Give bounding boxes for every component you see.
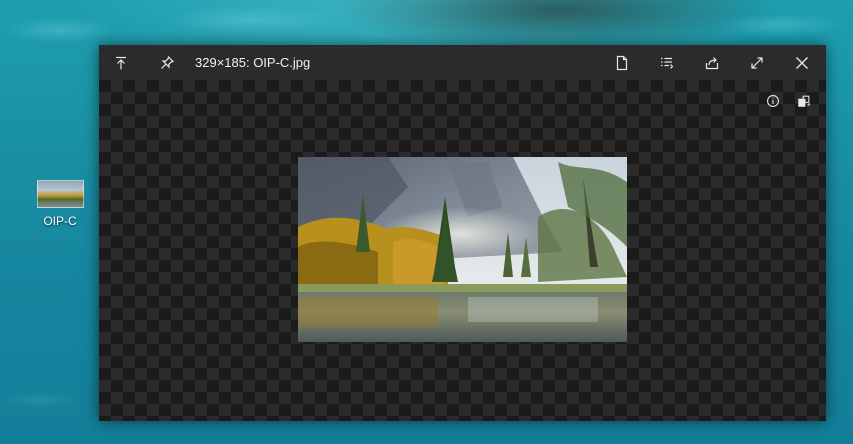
- file-icon[interactable]: [602, 45, 642, 80]
- close-icon[interactable]: [782, 45, 822, 80]
- titlebar: 329×185: OIP-C.jpg: [99, 45, 826, 80]
- image-canvas[interactable]: [99, 80, 826, 421]
- share-icon[interactable]: [692, 45, 732, 80]
- pin-icon[interactable]: [147, 45, 187, 80]
- window-title: 329×185: OIP-C.jpg: [195, 55, 311, 70]
- desktop-icon-thumbnail: [36, 180, 84, 208]
- info-icon[interactable]: [760, 90, 786, 112]
- list-icon[interactable]: [647, 45, 687, 80]
- displayed-image: [298, 157, 627, 342]
- desktop-icon-oip-c[interactable]: OIP-C: [30, 180, 90, 228]
- pin-to-top-icon[interactable]: [101, 45, 141, 80]
- fullscreen-icon[interactable]: [737, 45, 777, 80]
- desktop-icon-label: OIP-C: [43, 214, 77, 228]
- rotate-icon[interactable]: [791, 90, 817, 112]
- image-viewer-window: 329×185: OIP-C.jpg: [99, 45, 826, 421]
